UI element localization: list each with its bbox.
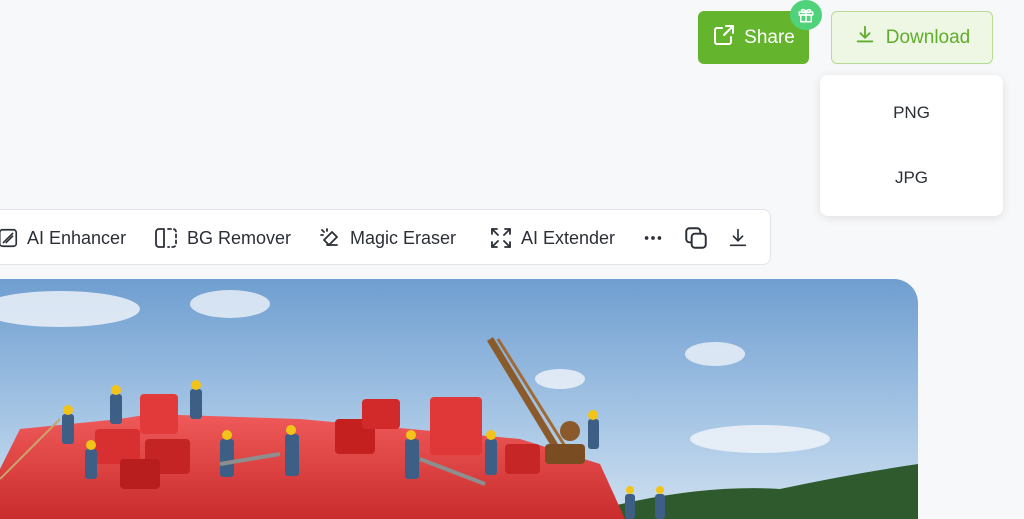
download-icon [727, 227, 749, 249]
magic-eraser-button[interactable]: Magic Eraser [318, 210, 456, 266]
gift-icon[interactable] [790, 0, 822, 30]
share-icon [712, 23, 736, 53]
more-icon [642, 227, 664, 249]
generated-image [0, 279, 918, 519]
ai-enhancer-label: AI Enhancer [27, 227, 127, 248]
eraser-icon [318, 226, 342, 250]
copy-button[interactable] [683, 210, 709, 266]
bg-remover-button[interactable]: BG Remover [153, 210, 291, 266]
download-icon [854, 24, 876, 52]
copy-icon [683, 225, 709, 251]
edit-toolbar: AI Enhancer BG Remover Magic Eraser AI E… [0, 209, 771, 265]
enhancer-icon [0, 227, 19, 249]
magic-eraser-label: Magic Eraser [350, 227, 457, 248]
menu-item-jpg[interactable]: JPG [820, 168, 1003, 188]
download-button[interactable]: Download [831, 11, 993, 64]
bg-remover-label: BG Remover [187, 227, 292, 248]
more-button[interactable] [642, 210, 664, 266]
toolbar-download-button[interactable] [727, 210, 749, 266]
ai-enhancer-button[interactable]: AI Enhancer [0, 210, 126, 266]
menu-item-png[interactable]: PNG [820, 103, 1003, 123]
download-dropdown: PNG JPG [820, 75, 1003, 216]
ai-extender-label: AI Extender [521, 227, 616, 248]
bg-remover-icon [153, 226, 179, 250]
share-label: Share [744, 26, 795, 48]
download-label: Download [885, 26, 971, 48]
expand-icon [489, 226, 513, 250]
ai-extender-button[interactable]: AI Extender [489, 210, 615, 266]
